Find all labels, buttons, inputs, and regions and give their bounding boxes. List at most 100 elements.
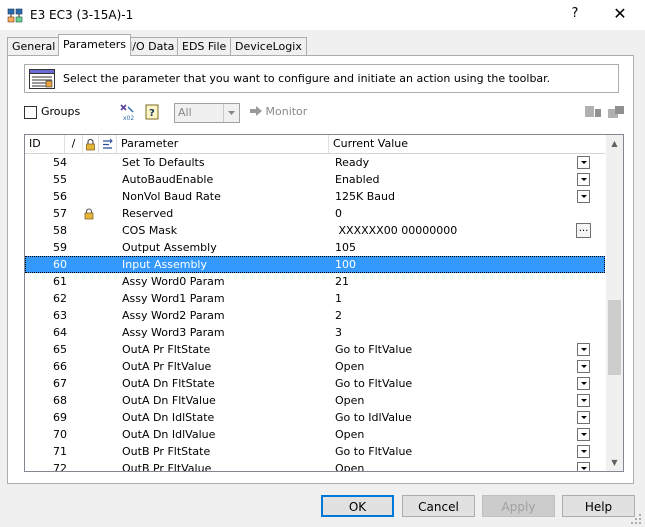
header-current-value[interactable]: Current Value <box>329 135 605 153</box>
row-current-value[interactable]: XXXXXX00 00000000 <box>335 222 457 239</box>
row-id: 67 <box>53 377 67 390</box>
header-parameter[interactable]: Parameter <box>117 135 329 153</box>
apply-button[interactable]: Apply <box>482 495 555 517</box>
row-current-value[interactable]: 21 <box>335 273 349 290</box>
tab-io-data[interactable]: I/O Data <box>124 37 180 55</box>
row-current-value[interactable]: Open <box>335 426 364 443</box>
link-icon <box>103 138 113 149</box>
title-help-button[interactable]: ? <box>560 3 590 25</box>
row-current-value[interactable]: Open <box>335 460 364 471</box>
row-parameter-name: Output Assembly <box>122 241 217 254</box>
value-dropdown-button[interactable] <box>577 428 590 441</box>
header-link-column[interactable] <box>99 135 117 153</box>
row-id: 63 <box>53 309 67 322</box>
row-current-value[interactable]: Enabled <box>335 171 379 188</box>
value-dropdown-button[interactable] <box>577 156 590 169</box>
row-current-value[interactable]: 125K Baud <box>335 188 395 205</box>
header-lock-column[interactable] <box>83 135 99 153</box>
arrow-right-icon <box>250 106 262 116</box>
table-row[interactable]: 56 NonVol Baud Rate 125K Baud <box>25 188 605 205</box>
table-row[interactable]: 69 OutA Dn IdlState Go to IdlValue <box>25 409 605 426</box>
table-row[interactable]: 61 Assy Word0 Param 21 <box>25 273 605 290</box>
table-row[interactable]: 63 Assy Word2 Param 2 <box>25 307 605 324</box>
table-row[interactable]: 70 OutA Dn IdlValue Open <box>25 426 605 443</box>
value-dropdown-button[interactable] <box>577 343 590 356</box>
value-dropdown-button[interactable] <box>577 462 590 471</box>
row-current-value[interactable]: Go to IdlValue <box>335 409 412 426</box>
table-row[interactable]: 67 OutA Dn FltState Go to FltValue <box>25 375 605 392</box>
table-row[interactable]: 64 Assy Word3 Param 3 <box>25 324 605 341</box>
value-dropdown-button[interactable] <box>577 190 590 203</box>
row-parameter-name: NonVol Baud Rate <box>122 190 221 203</box>
row-current-value[interactable]: Go to FltValue <box>335 341 412 358</box>
resize-grip-icon[interactable] <box>630 513 642 525</box>
row-id: 65 <box>53 343 67 356</box>
parameter-help-icon[interactable]: ? <box>144 103 162 121</box>
row-current-value[interactable]: Go to FltValue <box>335 375 412 392</box>
groups-checkbox[interactable] <box>24 106 37 119</box>
scroll-up-arrow-icon[interactable]: ▲ <box>606 135 623 152</box>
row-current-value[interactable]: 2 <box>335 307 342 324</box>
table-row[interactable]: 71 OutB Pr FltState Go to FltValue <box>25 443 605 460</box>
table-row[interactable]: 65 OutA Pr FltState Go to FltValue <box>25 341 605 358</box>
row-id: 71 <box>53 445 67 458</box>
table-row[interactable]: 58 COS Mask XXXXXX00 00000000... <box>25 222 605 239</box>
header-sort[interactable]: / <box>65 135 83 153</box>
row-parameter-name: AutoBaudEnable <box>122 173 214 186</box>
row-current-value[interactable]: Ready <box>335 154 369 171</box>
lock-icon <box>84 205 94 222</box>
close-button[interactable]: ✕ <box>600 3 640 25</box>
instruction-text: Select the parameter that you want to co… <box>63 72 551 85</box>
tab-parameters[interactable]: Parameters <box>58 34 131 56</box>
monitor-label: Monitor <box>265 105 308 118</box>
ellipsis-button[interactable]: ... <box>576 223 591 238</box>
row-current-value[interactable]: 105 <box>335 239 356 256</box>
vertical-scrollbar[interactable]: ▲ ▼ <box>606 135 623 471</box>
ok-button[interactable]: OK <box>321 495 394 517</box>
row-id: 72 <box>53 462 67 472</box>
table-row[interactable]: 54 Set To Defaults Ready <box>25 154 605 171</box>
download-to-device-icon[interactable] <box>584 103 602 121</box>
table-row[interactable]: 66 OutA Pr FltValue Open <box>25 358 605 375</box>
row-current-value[interactable]: Go to FltValue <box>335 443 412 460</box>
row-current-value[interactable]: 0 <box>335 205 342 222</box>
row-current-value[interactable]: Open <box>335 392 364 409</box>
tab-general[interactable]: General <box>7 37 61 55</box>
table-row[interactable]: 59 Output Assembly 105 <box>25 239 605 256</box>
row-current-value[interactable]: 3 <box>335 324 342 341</box>
tab-eds-file[interactable]: EDS File <box>177 37 232 55</box>
svg-text:?: ? <box>149 108 155 119</box>
value-dropdown-button[interactable] <box>577 394 590 407</box>
value-dropdown-button[interactable] <box>577 411 590 424</box>
row-current-value[interactable]: 100 <box>335 256 356 273</box>
upload-from-device-icon[interactable] <box>607 103 625 121</box>
scroll-down-arrow-icon[interactable]: ▼ <box>606 454 623 471</box>
upload-parameters-icon[interactable]: x02 <box>118 103 136 121</box>
parameter-list-icon <box>29 69 55 89</box>
row-current-value[interactable]: 1 <box>335 290 342 307</box>
help-button[interactable]: Help <box>562 495 635 517</box>
value-dropdown-button[interactable] <box>577 360 590 373</box>
header-id[interactable]: ID <box>25 135 65 153</box>
table-row[interactable]: 60 Input Assembly 100 <box>25 256 605 273</box>
row-id: 61 <box>53 275 67 288</box>
row-current-value[interactable]: Open <box>335 358 364 375</box>
row-id: 70 <box>53 428 67 441</box>
group-filter-select[interactable]: All <box>174 103 240 123</box>
table-row[interactable]: 68 OutA Dn FltValue Open <box>25 392 605 409</box>
cancel-button[interactable]: Cancel <box>402 495 475 517</box>
table-row[interactable]: 57 Reserved 0 <box>25 205 605 222</box>
value-dropdown-button[interactable] <box>577 173 590 186</box>
monitor-button[interactable]: Monitor <box>250 105 307 118</box>
table-row[interactable]: 55 AutoBaudEnable Enabled <box>25 171 605 188</box>
value-dropdown-button[interactable] <box>577 377 590 390</box>
parameter-grid[interactable]: ID / Parameter Current Value 54 Set To De… <box>24 134 624 472</box>
table-row[interactable]: 72 OutB Pr FltValue Open <box>25 460 605 472</box>
row-parameter-name: OutA Dn IdlValue <box>122 428 216 441</box>
grid-header: ID / Parameter Current Value <box>25 135 605 154</box>
table-row[interactable]: 62 Assy Word1 Param 1 <box>25 290 605 307</box>
scroll-thumb[interactable] <box>608 300 621 375</box>
tab-devicelogix[interactable]: DeviceLogix <box>230 37 307 55</box>
value-dropdown-button[interactable] <box>577 445 590 458</box>
row-parameter-name: OutA Dn FltState <box>122 377 215 390</box>
